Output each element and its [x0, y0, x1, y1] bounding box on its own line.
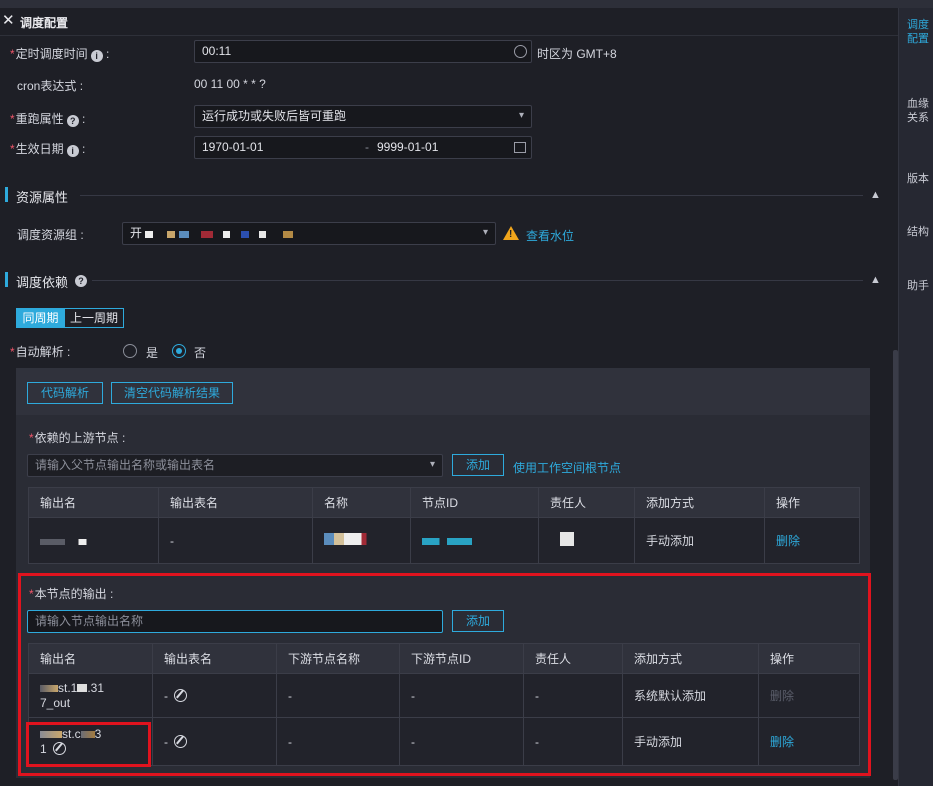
upstream-add-button[interactable]: 添加	[452, 454, 504, 476]
use-root-node-link[interactable]: 使用工作空间根节点	[513, 459, 621, 476]
schedule-time-input[interactable]: 00:11	[194, 40, 532, 63]
node-name-cell	[312, 517, 411, 564]
view-watermark-link[interactable]: 查看水位	[526, 227, 574, 244]
column-header: 责任人	[538, 487, 635, 518]
section-marker	[5, 272, 8, 287]
column-header: 输出名	[28, 487, 159, 518]
calendar-icon	[514, 142, 526, 153]
resource-group-select[interactable]: 开 ▾	[122, 222, 496, 245]
chevron-down-icon: ▾	[518, 110, 524, 121]
add-method-cell: 手动添加	[634, 517, 765, 564]
help-icon[interactable]: ?	[75, 275, 87, 287]
timezone-text: 时区为 GMT+8	[537, 47, 617, 61]
highlight-frame	[26, 722, 151, 767]
auto-parse-yes-label: 是	[146, 346, 159, 360]
chevron-up-icon[interactable]: ▲	[870, 189, 881, 201]
redacted-value	[422, 537, 472, 545]
delete-link[interactable]: 删除	[764, 517, 860, 564]
upstream-search-input[interactable]: 请输入父节点输出名称或输出表名 ▾	[27, 454, 443, 477]
table-header-row: 输出名 输出表名 名称 节点ID 责任人 添加方式 操作	[28, 487, 860, 518]
column-header: 名称	[312, 487, 411, 518]
auto-parse-no-radio[interactable]	[172, 344, 186, 358]
panel-header	[0, 8, 898, 36]
section-divider	[80, 195, 863, 196]
chevron-down-icon: ▾	[482, 227, 488, 238]
chevron-up-icon[interactable]: ▲	[870, 274, 881, 286]
section-marker	[5, 187, 8, 202]
side-nav-lineage[interactable]: 血缘关系	[906, 97, 930, 125]
section-divider	[92, 280, 863, 281]
column-header: 节点ID	[410, 487, 539, 518]
clock-icon	[514, 45, 527, 58]
close-icon[interactable]: ✕	[2, 13, 15, 28]
table-name-cell: -	[158, 517, 313, 564]
output-name-cell	[28, 517, 159, 564]
owner-cell	[538, 517, 635, 564]
chevron-down-icon: ▾	[429, 459, 435, 470]
top-strip	[0, 0, 933, 8]
code-parse-button[interactable]: 代码解析	[27, 382, 103, 404]
auto-parse-yes-radio[interactable]	[123, 344, 137, 358]
side-nav-structure[interactable]: 结构	[906, 225, 930, 239]
info-icon[interactable]: i	[90, 50, 103, 62]
rerun-select[interactable]: 运行成功或失败后皆可重跑 ▾	[194, 105, 532, 128]
cron-value: 00 11 00 * * ?	[194, 77, 266, 91]
redacted-value	[324, 533, 374, 545]
info-icon[interactable]: i	[66, 145, 79, 157]
tab-previous-cycle[interactable]: 上一周期	[64, 308, 124, 328]
effective-date-range[interactable]: 1970-01-01 - 9999-01-01	[194, 136, 532, 159]
table-row: - 手动添加 删除	[28, 517, 860, 564]
clear-parse-button[interactable]: 清空代码解析结果	[111, 382, 233, 404]
node-id-cell	[410, 517, 539, 564]
upstream-table: 输出名 输出表名 名称 节点ID 责任人 添加方式 操作 - 手动添加 删除	[28, 487, 860, 564]
upstream-label: *依赖的上游节点 :	[29, 431, 126, 445]
side-nav-assistant[interactable]: 助手	[906, 279, 930, 293]
schedule-time-label: *定时调度时间 i :	[10, 47, 110, 62]
effective-date-label: *生效日期 i :	[10, 142, 86, 157]
resource-section-title: 资源属性	[16, 190, 69, 205]
side-nav-schedule-config[interactable]: 调度配置	[906, 18, 930, 46]
help-icon[interactable]: ?	[66, 115, 79, 127]
column-header: 添加方式	[634, 487, 765, 518]
resource-group-label: 调度资源组 :	[17, 228, 84, 242]
auto-parse-no-label: 否	[194, 346, 207, 360]
column-header: 输出表名	[158, 487, 313, 518]
auto-parse-label: *自动解析 :	[10, 345, 71, 359]
redacted-value	[560, 532, 574, 546]
tab-same-cycle[interactable]: 同周期	[16, 308, 65, 328]
panel-title: 调度配置	[20, 16, 69, 30]
dependency-section-title: 调度依赖	[16, 275, 69, 290]
side-nav-version[interactable]: 版本	[906, 172, 930, 186]
rerun-label: *重跑属性? :	[10, 112, 86, 127]
column-header: 操作	[764, 487, 860, 518]
redacted-value	[40, 538, 102, 545]
cron-label: cron表达式 :	[17, 79, 84, 93]
